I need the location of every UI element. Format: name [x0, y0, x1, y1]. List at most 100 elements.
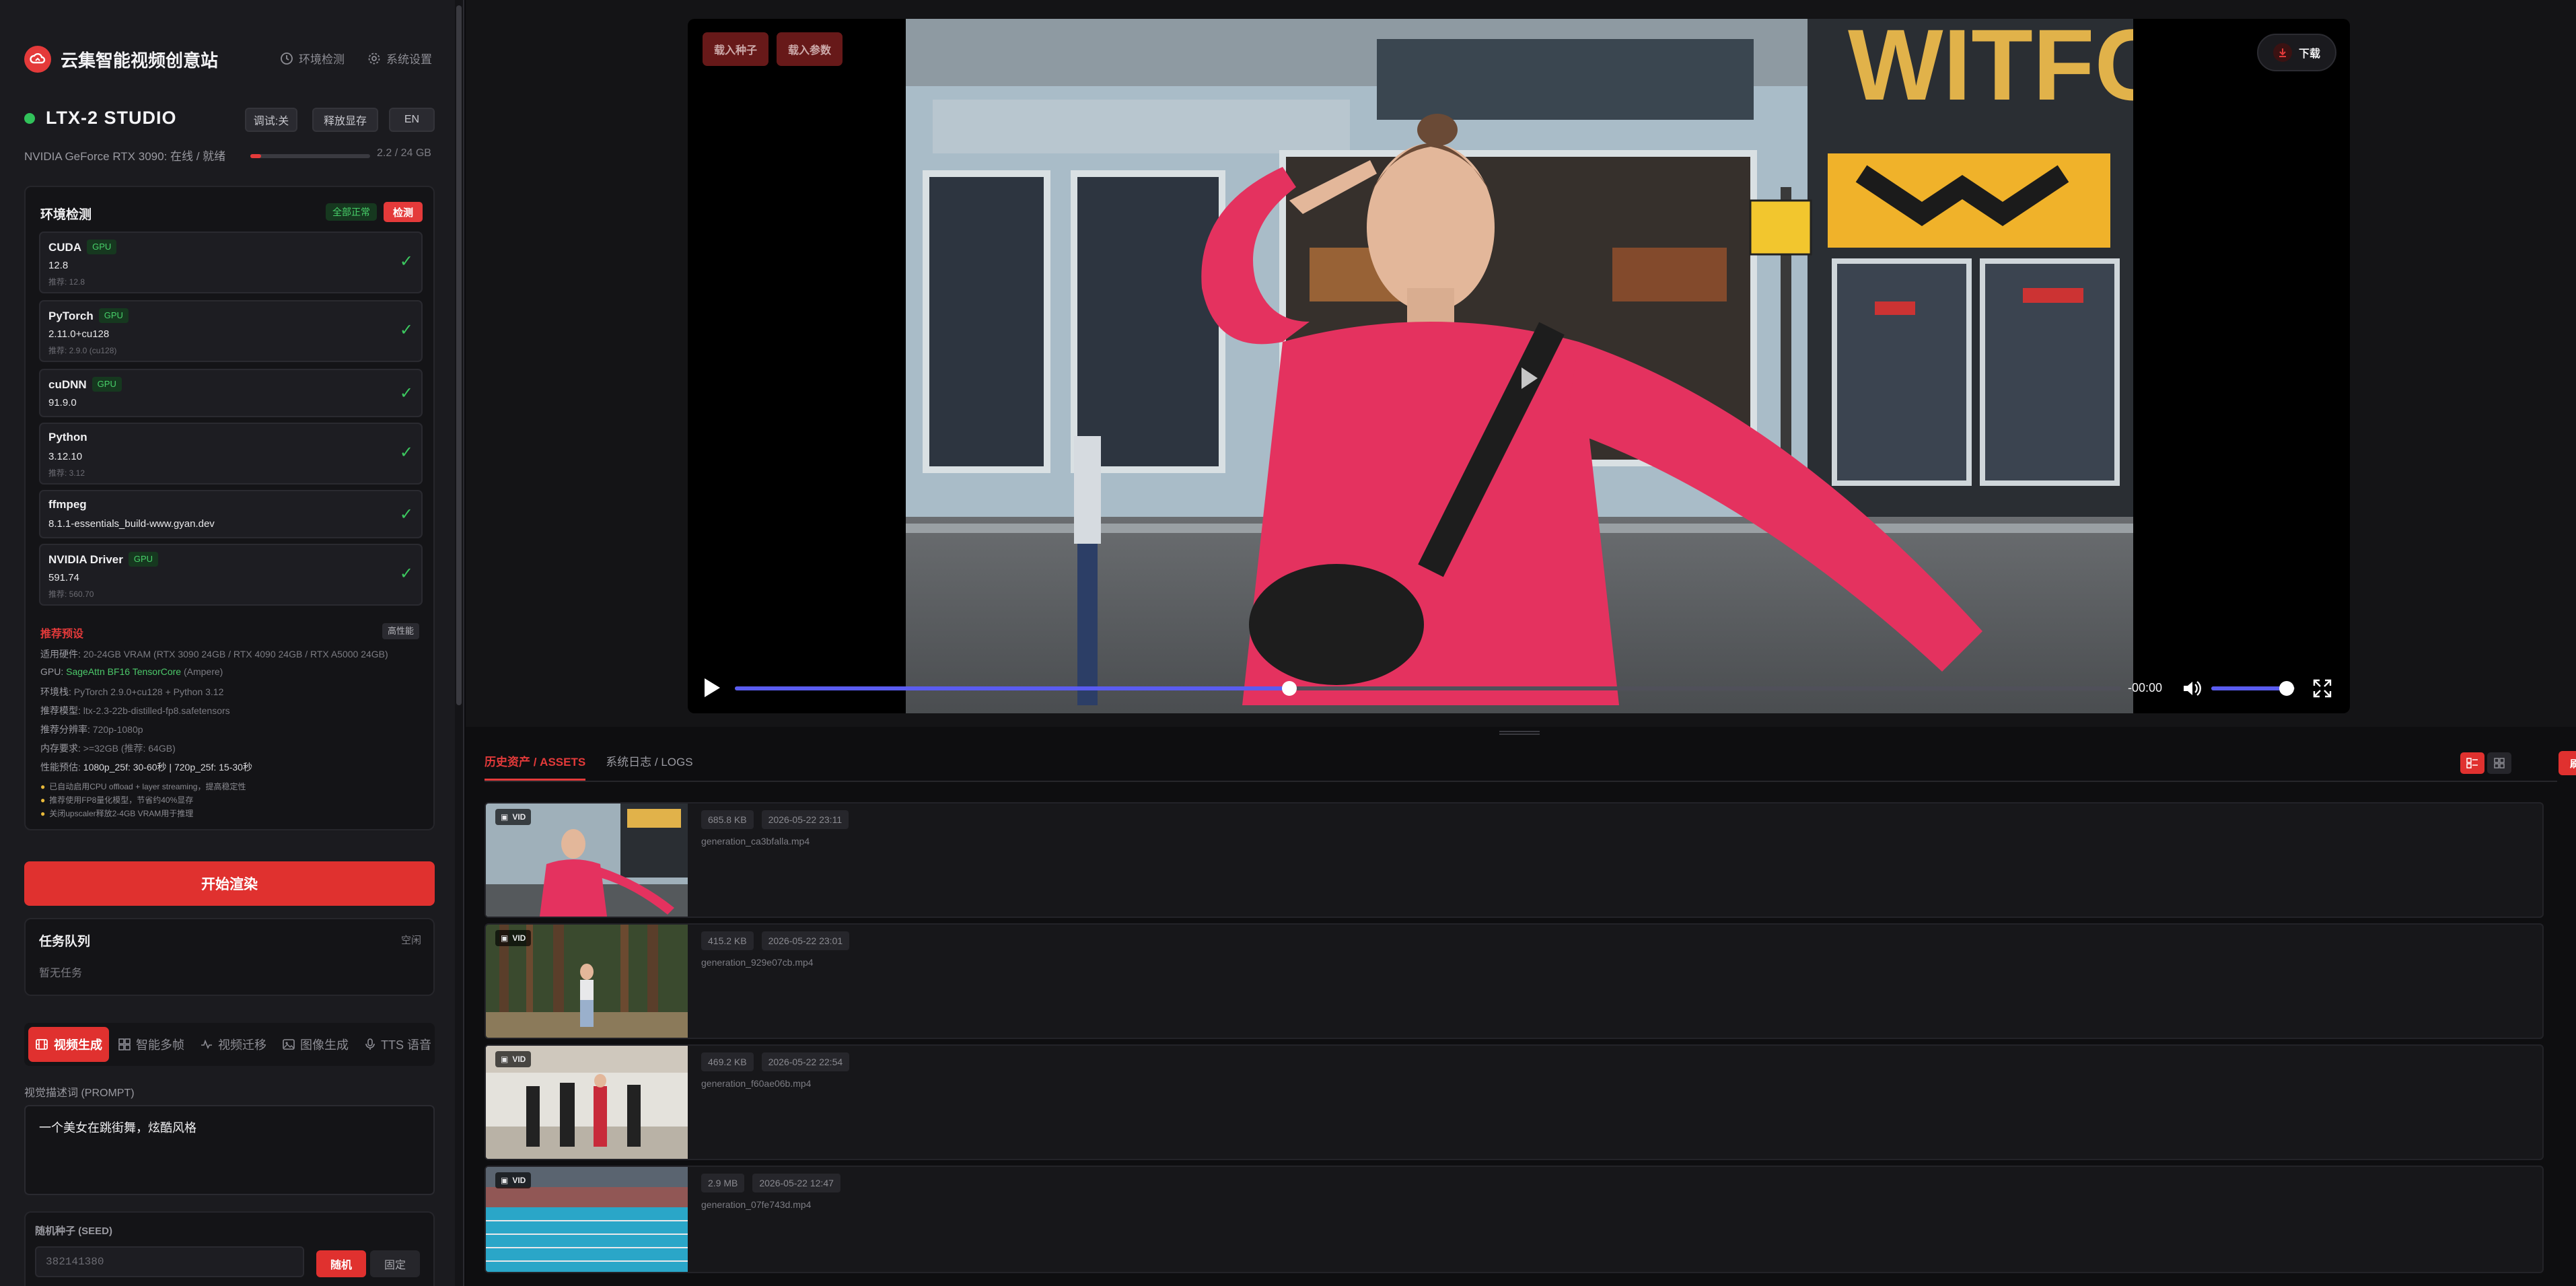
resize-handle[interactable]	[1499, 731, 1540, 735]
file-date: 2026-05-22 22:54	[761, 1052, 850, 1071]
language-button[interactable]: EN	[389, 108, 435, 132]
volume-slider[interactable]	[2211, 681, 2295, 696]
gear-icon	[368, 52, 380, 64]
download-icon	[2273, 43, 2292, 62]
rec-gpu: GPU: SageAttn BF16 TensorCore (Ampere)	[40, 666, 223, 677]
env-name: PyTorch	[48, 310, 94, 322]
tabs-divider	[485, 781, 2557, 782]
download-button[interactable]: 下载	[2257, 34, 2336, 71]
tab-image-generation[interactable]: 图像生成	[276, 1027, 355, 1062]
prompt-input[interactable]: 一个美女在跳街舞，炫酷风格	[24, 1105, 435, 1195]
video-badge: ▣ VID	[495, 1051, 532, 1067]
rec-stack: 环境栈: PyTorch 2.9.0+cu128 + Python 3.12	[40, 686, 224, 697]
player-area: WITFC 载入种子 载入参数 下载 -00:00	[466, 0, 2576, 727]
check-icon: ✓	[399, 443, 413, 462]
film-icon: ▣	[501, 1176, 509, 1185]
volume-fill	[2211, 686, 2287, 690]
video-badge: ▣ VID	[495, 1172, 532, 1188]
asset-meta: 2.9 MB 2026-05-22 12:47	[701, 1174, 840, 1192]
seed-label: 随机种子 (SEED)	[35, 1225, 113, 1237]
online-status-dot	[24, 112, 35, 124]
tab-assets[interactable]: 历史资产 / ASSETS	[485, 746, 586, 781]
load-params-button[interactable]: 载入参数	[777, 32, 843, 66]
volume-knob[interactable]	[2279, 681, 2294, 696]
vram-usage-text: 2.2 / 24 GB	[377, 147, 431, 159]
refresh-button[interactable]: 刷新	[2559, 751, 2576, 775]
tab-video-transfer[interactable]: 视频迁移	[194, 1027, 273, 1062]
main-panel: WITFC 载入种子 载入参数 下载 -00:00 历史资产 / ASSETS …	[466, 0, 2576, 1286]
center-play-icon[interactable]	[1519, 366, 1539, 394]
image-icon	[283, 1039, 295, 1050]
asset-row[interactable]: ▣ VID 2.9 MB 2026-05-22 12:47 generation_…	[485, 1166, 2544, 1273]
cloud-logo-icon	[24, 46, 51, 73]
fullscreen-icon[interactable]	[2312, 678, 2332, 702]
app-title: 云集智能视频创意站	[61, 50, 219, 71]
grid-view-icon	[2494, 758, 2505, 769]
env-name: ffmpeg	[48, 498, 87, 511]
release-vram-button[interactable]: 释放显存	[312, 108, 378, 132]
gpu-tag: GPU	[92, 377, 122, 392]
tip-item: ● 关闭upscaler释放2-4GB VRAM用于推理	[40, 809, 194, 818]
gpu-tag: GPU	[128, 552, 159, 567]
tab-tts-voice[interactable]: TTS 语音	[358, 1027, 438, 1062]
rec-performance: 性能预估: 1080p_25f: 30-60秒 | 720p_25f: 15-3…	[40, 762, 252, 773]
env-version: 12.8	[48, 260, 69, 271]
fixed-seed-button[interactable]: 固定	[370, 1250, 420, 1277]
list-view-button[interactable]	[2460, 752, 2484, 774]
download-label: 下载	[2298, 48, 2320, 60]
check-button[interactable]: 检测	[384, 202, 423, 222]
sidebar: 云集智能视频创意站 环境检测 系统设置 LTX-2 STUDIO 调试:关 释放…	[0, 0, 464, 1286]
asset-row[interactable]: ▣ VID 685.8 KB 2026-05-22 23:11 generatio…	[485, 802, 2544, 918]
volume-icon[interactable]	[2182, 678, 2202, 702]
storefront-sign: WITFC	[1848, 19, 2133, 121]
env-name: NVIDIA Driver	[48, 553, 123, 566]
env-check-label: 环境检测	[299, 53, 345, 66]
env-item-python: Python 3.12.10 推荐: 3.12 ✓	[39, 423, 423, 485]
bulb-icon: ●	[40, 795, 46, 805]
env-version: 8.1.1-essentials_build-www.gyan.dev	[48, 518, 215, 530]
env-name: CUDA	[48, 241, 82, 254]
debug-toggle-button[interactable]: 调试:关	[245, 108, 297, 132]
seed-card: 随机种子 (SEED) 随机 固定	[24, 1211, 435, 1286]
bulb-icon: ●	[40, 809, 46, 818]
play-icon[interactable]	[703, 677, 721, 702]
seed-input[interactable]	[35, 1246, 304, 1277]
env-check-link[interactable]: 环境检测	[280, 50, 345, 67]
film-icon: ▣	[501, 812, 509, 822]
grid-view-button[interactable]	[2487, 752, 2511, 774]
queue-status: 空闲	[400, 935, 421, 946]
check-icon: ✓	[399, 505, 413, 524]
sidebar-scrollbar[interactable]	[455, 0, 463, 1286]
queue-title: 任务队列	[39, 935, 91, 949]
settings-label: 系统设置	[386, 53, 432, 66]
file-date: 2026-05-22 23:11	[761, 810, 849, 829]
tab-logs[interactable]: 系统日志 / LOGS	[606, 746, 692, 781]
asset-row[interactable]: ▣ VID 469.2 KB 2026-05-22 22:54 generatio…	[485, 1044, 2544, 1160]
time-remaining: -00:00	[2128, 681, 2163, 694]
scrollbar-thumb[interactable]	[456, 5, 462, 705]
asset-row[interactable]: ▣ VID 415.2 KB 2026-05-22 23:01 generatio…	[485, 923, 2544, 1039]
env-version: 591.74	[48, 572, 79, 583]
all-ok-badge: 全部正常	[326, 203, 377, 221]
check-icon: ✓	[399, 384, 413, 402]
video-player[interactable]: WITFC 载入种子 载入参数 下载 -00:00	[688, 19, 2350, 713]
film-icon: ▣	[501, 933, 509, 943]
tab-smart-multiframe[interactable]: 智能多帧	[112, 1027, 191, 1062]
film-icon: ▣	[501, 1055, 509, 1064]
settings-link[interactable]: 系统设置	[367, 50, 432, 67]
tab-video-generation[interactable]: 视频生成	[28, 1027, 109, 1062]
file-size: 415.2 KB	[701, 931, 754, 950]
load-seed-button[interactable]: 载入种子	[703, 32, 768, 66]
seek-bar-knob[interactable]	[1282, 681, 1297, 696]
check-icon: ✓	[399, 565, 413, 583]
tip-item: ● 推荐使用FP8量化模型，节省约40%显存	[40, 795, 194, 805]
random-seed-button[interactable]: 随机	[316, 1250, 366, 1277]
rec-resolution: 推荐分辨率: 720p-1080p	[40, 724, 143, 735]
prompt-label: 视觉描述词 (PROMPT)	[24, 1087, 135, 1099]
file-name: generation_07fe743d.mp4	[701, 1199, 812, 1210]
asset-meta: 685.8 KB 2026-05-22 23:11	[701, 810, 849, 829]
asset-meta: 415.2 KB 2026-05-22 23:01	[701, 931, 850, 950]
start-render-button[interactable]: 开始渲染	[24, 861, 435, 906]
seek-bar[interactable]	[735, 681, 2121, 696]
video-badge: ▣ VID	[495, 930, 532, 946]
